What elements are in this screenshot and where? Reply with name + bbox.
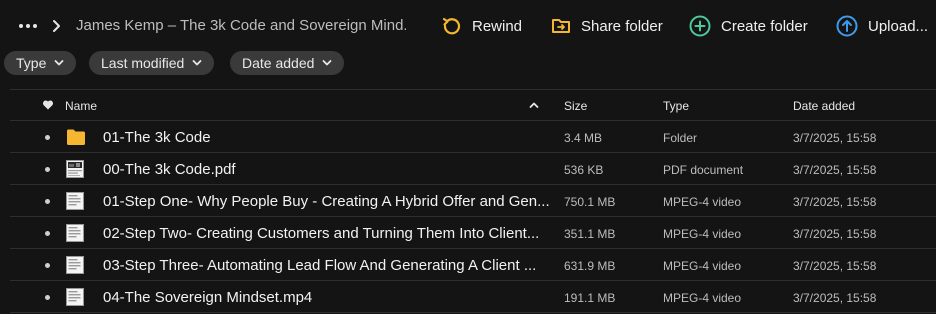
chevron-down-icon — [192, 60, 202, 66]
file-name: 03-Step Three- Automating Lead Flow And … — [103, 257, 537, 274]
rewind-icon — [442, 17, 461, 35]
file-size: 3.4 MB — [564, 131, 603, 145]
type-filter-label: Type — [16, 55, 47, 71]
share-folder-icon — [552, 19, 570, 33]
file-name: 04-The Sovereign Mindset.mp4 — [103, 289, 313, 306]
table-row[interactable]: 01-Step One- Why People Buy - Creating A… — [10, 185, 936, 217]
file-type: MPEG-4 video — [663, 227, 742, 241]
chevron-down-icon — [54, 60, 64, 66]
row-bullet — [45, 295, 50, 300]
plus-circle-icon — [689, 15, 711, 37]
file-table: Name Size Type Date added 01-The 3k Code… — [10, 89, 936, 314]
chevron-down-icon — [323, 60, 332, 66]
file-type: MPEG-4 video — [663, 195, 742, 209]
heart-icon[interactable] — [42, 99, 54, 111]
file-date-added: 3/7/2025, 15:58 — [793, 259, 877, 273]
more-options-icon[interactable] — [16, 16, 40, 36]
toolbar: James Kemp – The 3k Code and Sovereign M… — [0, 0, 936, 52]
document-icon — [66, 256, 84, 274]
file-date-added: 3/7/2025, 15:58 — [793, 227, 877, 241]
document-icon — [66, 224, 84, 242]
sort-ascending-icon[interactable] — [529, 101, 539, 109]
create-folder-button[interactable]: Create folder — [689, 13, 808, 39]
pdf-thumbnail-icon — [66, 160, 84, 178]
document-icon — [66, 192, 84, 210]
rewind-label: Rewind — [472, 17, 523, 35]
date-added-filter-chip[interactable]: Date added — [230, 51, 345, 75]
file-type: Folder — [663, 131, 698, 145]
type-filter-chip[interactable]: Type — [4, 51, 77, 75]
column-header-type[interactable]: Type — [663, 99, 689, 113]
document-icon — [66, 288, 84, 306]
table-header: Name Size Type Date added — [10, 89, 936, 121]
file-name: 02-Step Two- Creating Customers and Turn… — [103, 225, 540, 242]
row-bullet — [45, 231, 50, 236]
file-type: MPEG-4 video — [663, 291, 742, 305]
share-folder-label: Share folder — [581, 17, 663, 35]
table-row[interactable]: 01-The 3k Code 3.4 MB Folder 3/7/2025, 1… — [10, 121, 936, 153]
file-size: 631.9 MB — [564, 259, 616, 273]
table-row[interactable]: 00-The 3k Code.pdf 536 KB PDF document 3… — [10, 153, 936, 185]
last-modified-filter-label: Last modified — [101, 55, 185, 71]
row-bullet — [45, 199, 50, 204]
chevron-right-icon — [53, 20, 60, 32]
file-size: 750.1 MB — [564, 195, 616, 209]
file-type: MPEG-4 video — [663, 259, 742, 273]
file-type: PDF document — [663, 163, 744, 177]
folder-icon — [67, 129, 85, 145]
create-folder-label: Create folder — [721, 17, 808, 35]
file-name: 01-The 3k Code — [103, 129, 211, 146]
file-date-added: 3/7/2025, 15:58 — [793, 163, 877, 177]
row-bullet — [45, 167, 50, 172]
column-header-size[interactable]: Size — [564, 99, 587, 113]
upload-arrow-icon — [836, 15, 858, 37]
upload-label: Upload... — [868, 17, 929, 35]
file-date-added: 3/7/2025, 15:58 — [793, 131, 877, 145]
table-row[interactable]: 02-Step Two- Creating Customers and Turn… — [10, 217, 936, 249]
file-size: 536 KB — [564, 163, 604, 177]
row-bullet — [45, 263, 50, 268]
row-bullet — [45, 135, 50, 140]
table-row[interactable]: 03-Step Three- Automating Lead Flow And … — [10, 249, 936, 281]
share-folder-button[interactable]: Share folder — [551, 13, 663, 39]
file-name: 01-Step One- Why People Buy - Creating A… — [103, 193, 550, 210]
last-modified-filter-chip[interactable]: Last modified — [89, 51, 215, 75]
date-added-filter-label: Date added — [242, 55, 315, 71]
file-size: 191.1 MB — [564, 291, 616, 305]
file-size: 351.1 MB — [564, 227, 616, 241]
breadcrumb-current-folder[interactable]: James Kemp – The 3k Code and Sovereign M… — [76, 17, 406, 34]
table-row[interactable]: 04-The Sovereign Mindset.mp4 191.1 MB MP… — [10, 281, 936, 313]
file-date-added: 3/7/2025, 15:58 — [793, 291, 877, 305]
rewind-button[interactable]: Rewind — [442, 13, 522, 39]
column-header-name[interactable]: Name — [65, 99, 97, 113]
upload-button[interactable]: Upload... — [836, 13, 928, 39]
file-date-added: 3/7/2025, 15:58 — [793, 195, 877, 209]
column-header-date-added[interactable]: Date added — [793, 99, 855, 113]
file-name: 00-The 3k Code.pdf — [103, 161, 236, 178]
file-browser: James Kemp – The 3k Code and Sovereign M… — [0, 0, 936, 314]
